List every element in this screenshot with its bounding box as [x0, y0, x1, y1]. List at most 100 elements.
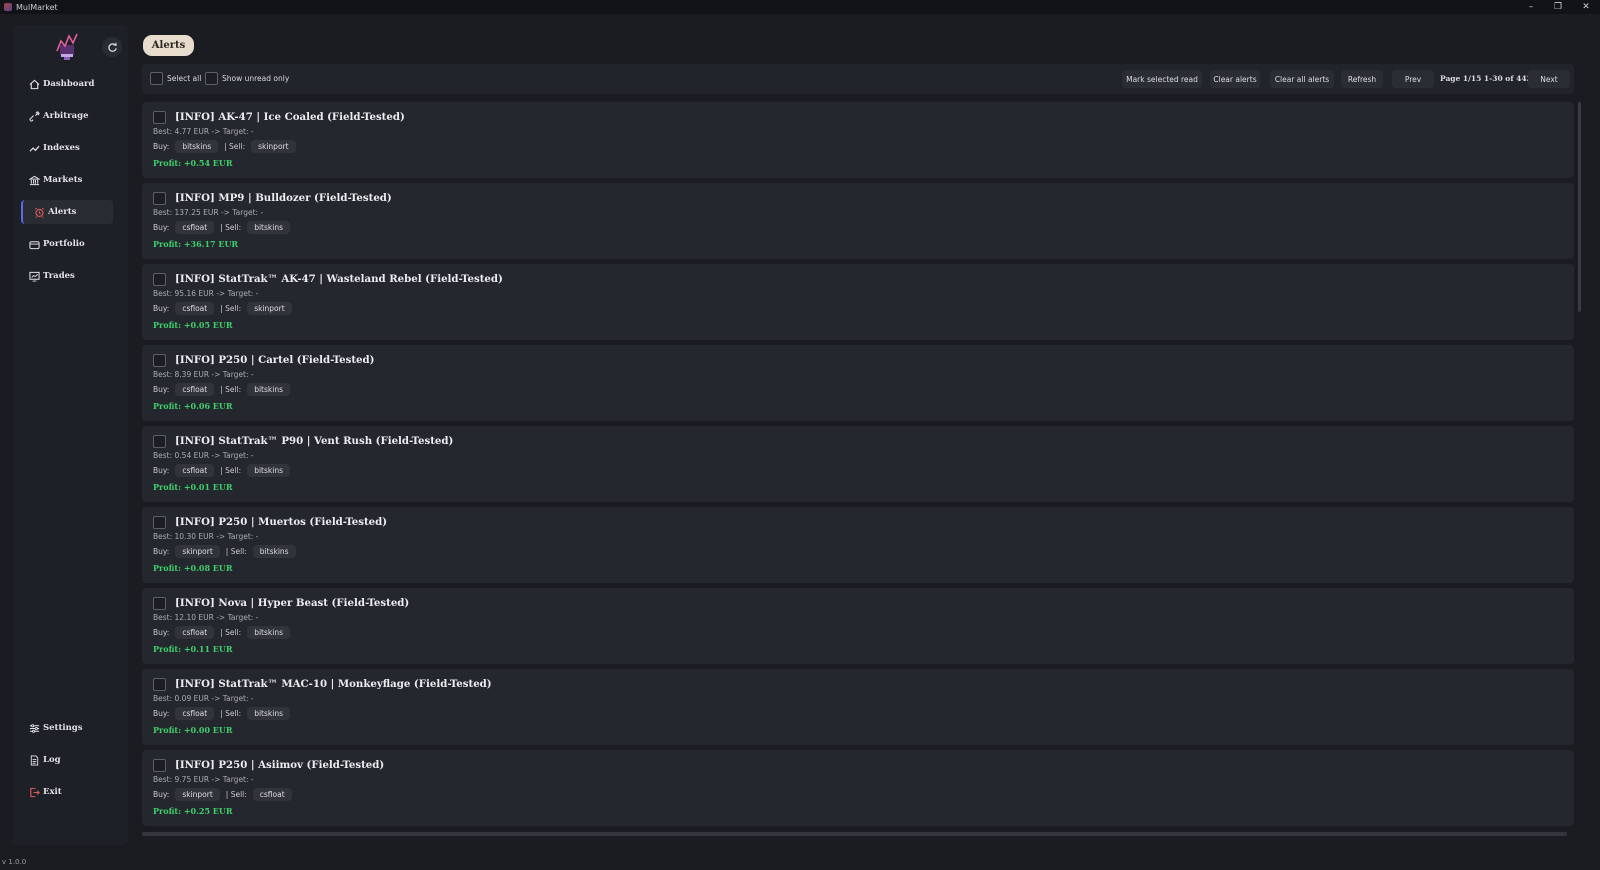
buy-label: Buy: [153, 627, 170, 637]
tab-alerts[interactable]: Alerts [143, 35, 194, 56]
buy-market-chip: skinport [175, 787, 220, 801]
sync-button[interactable] [102, 37, 122, 57]
sidebar-item-markets[interactable]: Markets [13, 168, 128, 192]
alert-checkbox[interactable] [153, 111, 166, 124]
alert-checkbox[interactable] [153, 516, 166, 529]
close-button[interactable]: ✕ [1572, 0, 1600, 14]
alert-best-price: Best: 137.25 EUR -> Target: - [153, 208, 264, 217]
select-all-checkbox[interactable] [150, 72, 163, 85]
trend-icon [28, 142, 40, 154]
alert-checkbox[interactable] [153, 273, 166, 286]
alert-markets: Buy: csfloat | Sell: bitskins [153, 625, 296, 639]
alert-checkbox[interactable] [153, 759, 166, 772]
window-title: MulMarket [16, 2, 58, 12]
wallet-icon [28, 238, 40, 250]
alert-profit: Profit: +0.00 EUR [153, 725, 233, 735]
unread-only-label: Show unread only [222, 74, 290, 83]
sell-market-chip: bitskins [247, 463, 290, 477]
buy-market-chip: bitskins [175, 139, 219, 153]
bank-icon [28, 174, 40, 186]
buy-label: Buy: [153, 222, 170, 232]
sidebar-item-label: Log [43, 755, 61, 765]
horizontal-scrollbar[interactable] [142, 832, 1567, 836]
alert-profit: Profit: +0.25 EUR [153, 806, 233, 816]
alert-markets: Buy: csfloat | Sell: bitskins [153, 463, 296, 477]
alert-title: [INFO] StatTrak™ P90 | Vent Rush (Field-… [175, 435, 454, 447]
sell-label: | Sell: [220, 465, 242, 475]
alert-checkbox[interactable] [153, 597, 166, 610]
alerts-toolbar: Select all Show unread only Mark selecte… [142, 64, 1574, 94]
sidebar-item-log[interactable]: Log [13, 748, 128, 772]
alert-card[interactable]: [INFO] AK-47 | Ice Coaled (Field-Tested)… [142, 102, 1574, 178]
logo [53, 31, 81, 61]
alert-markets: Buy: bitskins | Sell: skinport [153, 139, 302, 153]
alert-card[interactable]: [INFO] StatTrak™ AK-47 | Wasteland Rebel… [142, 264, 1574, 340]
alert-card[interactable]: [INFO] P250 | Muertos (Field-Tested) Bes… [142, 507, 1574, 583]
document-icon [28, 754, 40, 766]
sell-market-chip: skinport [247, 301, 292, 315]
alert-title: [INFO] AK-47 | Ice Coaled (Field-Tested) [175, 111, 405, 123]
sell-label: | Sell: [220, 303, 242, 313]
alert-profit: Profit: +0.08 EUR [153, 563, 233, 573]
alert-title: [INFO] StatTrak™ MAC-10 | Monkeyflage (F… [175, 678, 492, 690]
alert-card[interactable]: [INFO] StatTrak™ P90 | Vent Rush (Field-… [142, 426, 1574, 502]
buy-market-chip: csfloat [175, 220, 215, 234]
alert-card[interactable]: [INFO] P250 | Cartel (Field-Tested) Best… [142, 345, 1574, 421]
alert-best-price: Best: 8.39 EUR -> Target: - [153, 370, 254, 379]
buy-market-chip: csfloat [175, 463, 215, 477]
sidebar-item-arbitrage[interactable]: Arbitrage [13, 104, 128, 128]
sidebar-item-label: Portfolio [43, 239, 85, 249]
alert-checkbox[interactable] [153, 678, 166, 691]
buy-label: Buy: [153, 141, 170, 151]
sell-label: | Sell: [225, 546, 247, 556]
buy-label: Buy: [153, 303, 170, 313]
refresh-button[interactable]: Refresh [1341, 70, 1383, 88]
sidebar-item-dashboard[interactable]: Dashboard [13, 72, 128, 96]
next-page-button[interactable]: Next [1528, 70, 1570, 88]
sidebar-item-portfolio[interactable]: Portfolio [13, 232, 128, 256]
sell-label: | Sell: [225, 789, 247, 799]
clear-alerts-button[interactable]: Clear alerts [1210, 70, 1260, 88]
alarm-icon [33, 206, 45, 218]
sell-label: | Sell: [220, 708, 242, 718]
sidebar-item-alerts[interactable]: Alerts [21, 200, 113, 224]
sidebar-item-exit[interactable]: Exit [13, 780, 128, 804]
prev-page-button[interactable]: Prev [1392, 70, 1434, 88]
sidebar: Dashboard Arbitrage Indexes Markets Aler… [13, 25, 128, 845]
sell-market-chip: bitskins [247, 382, 290, 396]
sidebar-item-label: Alerts [48, 207, 77, 217]
sidebar-item-indexes[interactable]: Indexes [13, 136, 128, 160]
sell-market-chip: bitskins [247, 220, 290, 234]
alert-checkbox[interactable] [153, 192, 166, 205]
sliders-icon [28, 722, 40, 734]
alert-profit: Profit: +0.05 EUR [153, 320, 233, 330]
maximize-button[interactable]: ❐ [1544, 0, 1572, 14]
clear-all-alerts-button[interactable]: Clear all alerts [1270, 70, 1334, 88]
alert-best-price: Best: 12.10 EUR -> Target: - [153, 613, 259, 622]
alert-markets: Buy: csfloat | Sell: skinport [153, 301, 298, 315]
alert-markets: Buy: skinport | Sell: bitskins [153, 544, 302, 558]
mark-selected-read-button[interactable]: Mark selected read [1122, 70, 1202, 88]
alert-profit: Profit: +0.06 EUR [153, 401, 233, 411]
alert-card[interactable]: [INFO] StatTrak™ MAC-10 | Monkeyflage (F… [142, 669, 1574, 745]
vertical-scrollbar[interactable] [1578, 102, 1581, 312]
alert-card[interactable]: [INFO] MP9 | Bulldozer (Field-Tested) Be… [142, 183, 1574, 259]
page-info: Page 1/15 1-30 of 443 [1440, 74, 1532, 83]
buy-label: Buy: [153, 708, 170, 718]
alert-checkbox[interactable] [153, 435, 166, 448]
minimize-button[interactable]: – [1517, 0, 1545, 14]
alert-card[interactable]: [INFO] Nova | Hyper Beast (Field-Tested)… [142, 588, 1574, 664]
alert-card[interactable]: [INFO] P250 | Asiimov (Field-Tested) Bes… [142, 750, 1574, 826]
alerts-list: [INFO] AK-47 | Ice Coaled (Field-Tested)… [142, 102, 1574, 832]
unread-only-checkbox[interactable] [205, 72, 218, 85]
sell-market-chip: bitskins [247, 706, 290, 720]
sell-label: | Sell: [220, 627, 242, 637]
sidebar-item-label: Exit [43, 787, 62, 797]
sidebar-item-settings[interactable]: Settings [13, 716, 128, 740]
alert-title: [INFO] MP9 | Bulldozer (Field-Tested) [175, 192, 392, 204]
alert-best-price: Best: 10.30 EUR -> Target: - [153, 532, 259, 541]
sidebar-item-trades[interactable]: Trades [13, 264, 128, 288]
buy-market-chip: csfloat [175, 625, 215, 639]
alert-best-price: Best: 0.54 EUR -> Target: - [153, 451, 254, 460]
alert-checkbox[interactable] [153, 354, 166, 367]
